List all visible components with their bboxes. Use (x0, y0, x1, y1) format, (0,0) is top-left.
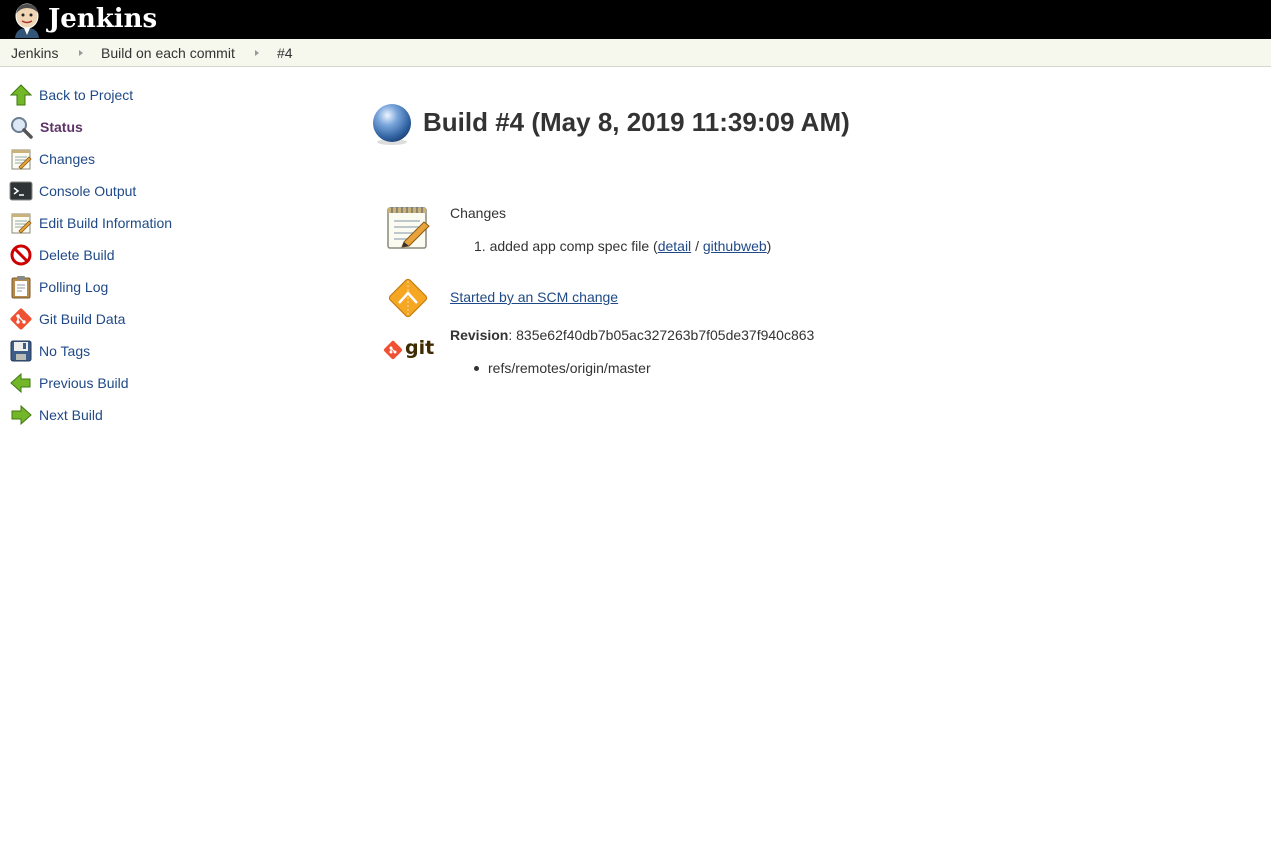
bullet-icon (474, 365, 479, 371)
started-by-scm-link[interactable]: Started by an SCM change (450, 288, 618, 306)
breadcrumb-separator-icon (255, 50, 259, 56)
clipboard-icon (11, 276, 31, 299)
scm-change-icon (388, 278, 428, 318)
task-label: Next Build (39, 407, 103, 423)
branch-name: refs/remotes/origin/master (488, 360, 651, 376)
task-no-tags[interactable]: No Tags (9, 339, 309, 365)
notepad-pencil-icon (11, 213, 32, 234)
magnifier-icon (11, 117, 33, 139)
terminal-icon (9, 181, 33, 201)
git-logo-text: git (405, 337, 435, 359)
change-item-close-paren: ) (766, 238, 772, 254)
right-arrow-icon (11, 404, 32, 426)
jenkins-logo-icon[interactable] (10, 2, 44, 38)
git-logo: git (383, 337, 435, 362)
changes-heading: Changes (450, 205, 507, 221)
up-arrow-icon (9, 84, 33, 106)
change-item-number: 1. (474, 238, 486, 254)
git-icon (10, 308, 32, 330)
git-icon (383, 340, 403, 360)
task-edit-build-information[interactable]: Edit Build Information (9, 211, 309, 237)
task-status[interactable]: Status (9, 115, 309, 141)
left-arrow-icon (10, 372, 31, 394)
floppy-icon (10, 340, 32, 362)
task-label: Back to Project (39, 87, 134, 103)
header: Jenkins (0, 0, 1271, 39)
change-item-message: added app comp spec file (489, 238, 650, 254)
build-status-ball-icon (373, 104, 411, 145)
no-entry-icon (10, 244, 32, 266)
brand-title[interactable]: Jenkins (48, 2, 157, 36)
task-console-output[interactable]: Console Output (9, 179, 309, 205)
task-git-build-data[interactable]: Git Build Data (9, 307, 309, 333)
task-label: Console Output (39, 183, 137, 199)
branch-list-item: refs/remotes/origin/master (474, 359, 651, 377)
task-label: Changes (39, 151, 96, 167)
task-label: Edit Build Information (39, 215, 173, 231)
breadcrumb-item-build[interactable]: #4 (277, 39, 293, 67)
change-item: 1. added app comp spec file (detail / gi… (474, 237, 771, 255)
task-label: Polling Log (39, 279, 109, 295)
detail-link[interactable]: detail (658, 238, 691, 254)
task-label: Delete Build (39, 247, 115, 263)
task-label: Previous Build (39, 375, 129, 391)
change-item-separator: / (695, 238, 699, 254)
task-label: No Tags (39, 343, 91, 359)
revision-hash: 835e62f40db7b05ac327263b7f05de37f940c863 (516, 327, 815, 343)
task-delete-build[interactable]: Delete Build (9, 243, 309, 269)
githubweb-link[interactable]: githubweb (703, 238, 767, 254)
breadcrumb: Jenkins Build on each commit #4 (0, 39, 1271, 67)
revision-colon: : (508, 327, 513, 343)
revision-label: Revision (450, 327, 509, 343)
task-next-build[interactable]: Next Build (9, 403, 309, 429)
breadcrumb-separator-icon (79, 50, 83, 56)
page-title: Build #4 (May 8, 2019 11:39:09 AM) (423, 107, 850, 137)
task-label: Status (40, 119, 83, 135)
task-polling-log[interactable]: Polling Log (9, 275, 309, 301)
task-previous-build[interactable]: Previous Build (9, 371, 309, 397)
notepad-icon (11, 149, 32, 170)
breadcrumb-item-project[interactable]: Build on each commit (101, 39, 235, 67)
task-changes[interactable]: Changes (9, 147, 309, 173)
breadcrumb-item-jenkins[interactable]: Jenkins (11, 39, 58, 67)
notepad-icon (387, 207, 430, 249)
task-back-to-project[interactable]: Back to Project (9, 83, 309, 109)
revision-line: Revision: 835e62f40db7b05ac327263b7f05de… (450, 326, 814, 344)
task-label: Git Build Data (39, 311, 126, 327)
